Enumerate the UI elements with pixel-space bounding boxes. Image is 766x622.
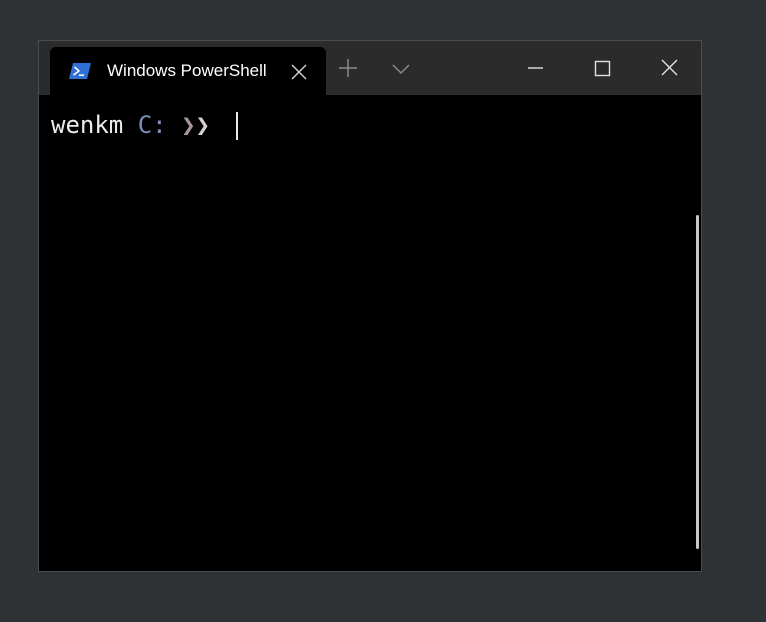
vertical-scrollbar[interactable] bbox=[696, 215, 699, 549]
maximize-icon[interactable] bbox=[580, 52, 624, 84]
tab-close-icon[interactable] bbox=[290, 63, 308, 81]
prompt-drive: C: bbox=[137, 111, 167, 139]
tab-windows-powershell[interactable]: Windows PowerShell bbox=[50, 47, 326, 95]
close-icon[interactable] bbox=[647, 52, 691, 84]
text-cursor bbox=[235, 112, 238, 140]
terminal-area[interactable]: wenkm C: ❯❯ bbox=[39, 95, 701, 571]
prompt-line: wenkm C: ❯❯ bbox=[51, 110, 238, 140]
powershell-icon bbox=[69, 63, 91, 79]
title-bar[interactable]: Windows PowerShell bbox=[39, 41, 701, 95]
prompt-arrow: ❯ bbox=[181, 111, 196, 139]
chevron-down-icon[interactable] bbox=[389, 59, 413, 79]
tab-title: Windows PowerShell bbox=[107, 61, 267, 80]
minimize-icon[interactable] bbox=[513, 52, 557, 84]
prompt-arrow: ❯ bbox=[195, 111, 210, 139]
prompt-user: wenkm bbox=[51, 111, 124, 139]
terminal-window: Windows PowerShell wenkm C: ❯❯ bbox=[38, 40, 702, 572]
plus-icon[interactable] bbox=[335, 55, 361, 81]
